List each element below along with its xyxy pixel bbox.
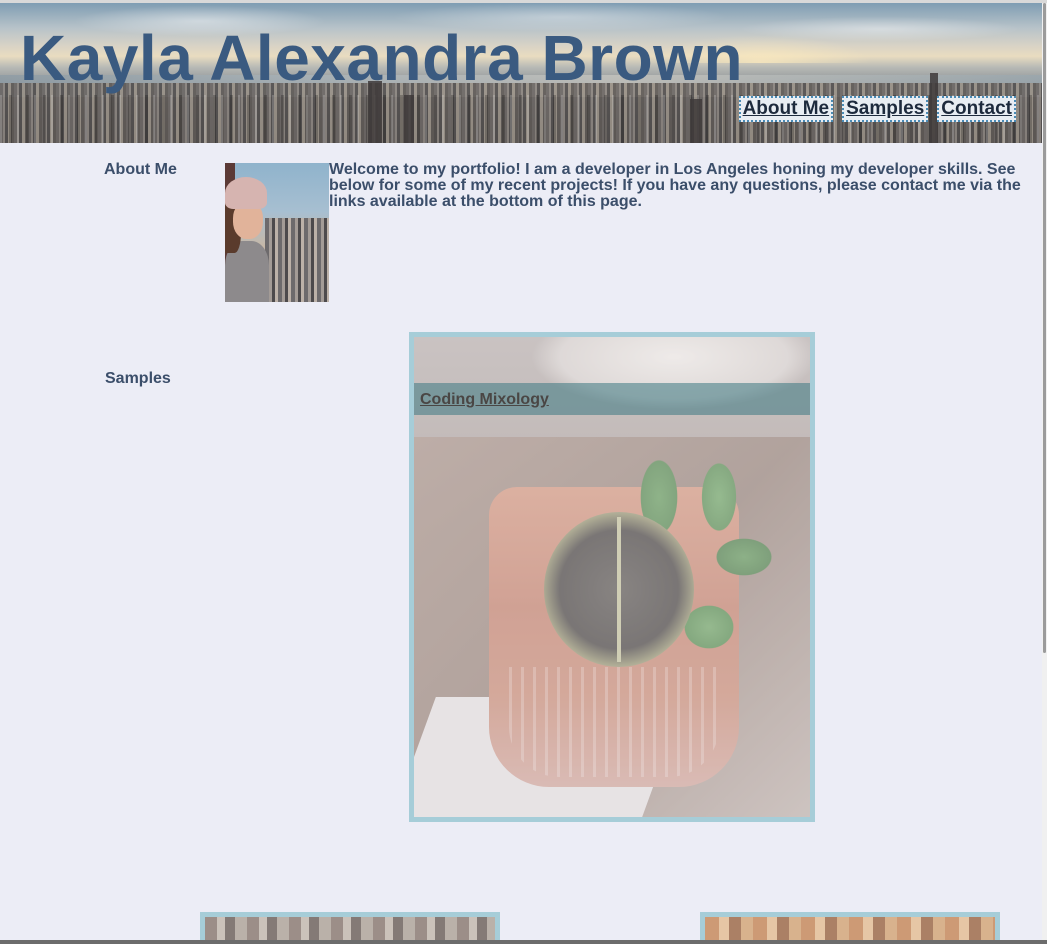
header-banner: Kayla Alexandra Brown About Me Samples C… [0,3,1042,143]
featured-sample-card[interactable]: Coding Mixology [409,332,815,822]
nav-link-contact[interactable]: Contact [937,96,1016,122]
about-text: Welcome to my portfolio! I am a develope… [329,161,1021,210]
main-nav: About Me Samples Contact [738,96,1016,122]
browser-bottom-edge [0,940,1047,944]
photo-hat [225,177,267,209]
page: Kayla Alexandra Brown About Me Samples C… [0,0,1047,944]
page-scrollbar[interactable] [1042,3,1047,944]
nav-link-about-me[interactable]: About Me [738,96,834,122]
featured-sample-link[interactable]: Coding Mixology [420,391,549,409]
site-title: Kayla Alexandra Brown [20,22,744,94]
scrollbar-thumb[interactable] [1043,3,1046,653]
samples-heading: Samples [105,370,171,387]
about-heading: About Me [104,161,177,178]
profile-photo [225,163,329,302]
banner-tower [404,95,414,143]
banner-tower [690,99,702,143]
photo-city [265,218,329,302]
nav-link-samples[interactable]: Samples [842,96,929,122]
